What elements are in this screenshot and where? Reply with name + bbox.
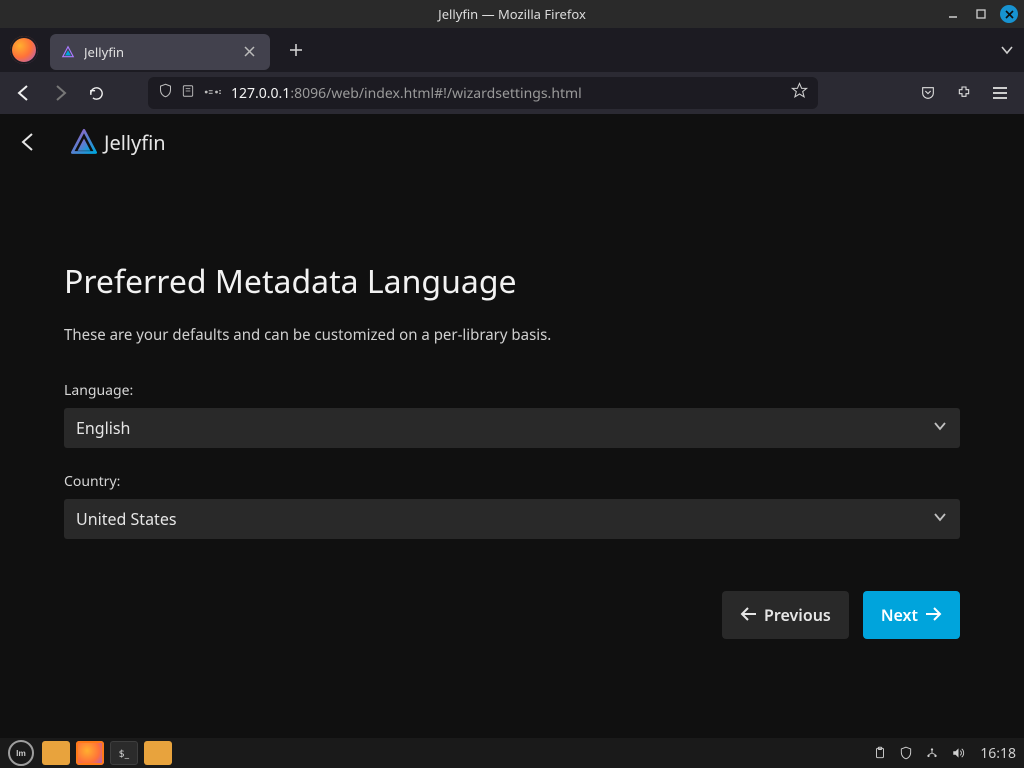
extensions-button[interactable]	[950, 79, 978, 107]
chevron-down-icon	[932, 417, 948, 439]
url-host: 127.0.0.1	[231, 84, 290, 103]
language-field: Language: English	[64, 381, 960, 448]
url-path: /web/index.html#!/wizardsettings.html	[326, 84, 582, 103]
page-info-icon	[181, 84, 195, 103]
jellyfin-logo-text: Jellyfin	[104, 129, 166, 156]
taskbar-clock[interactable]: 16:18	[980, 744, 1016, 763]
new-tab-button[interactable]	[282, 36, 310, 64]
browser-tabstrip: Jellyfin	[0, 28, 1024, 72]
jellyfin-back-button[interactable]	[18, 131, 40, 153]
volume-tray-icon[interactable]	[950, 745, 966, 761]
os-titlebar: Jellyfin — Mozilla Firefox	[0, 0, 1024, 28]
country-label: Country:	[64, 472, 960, 491]
system-tray: 16:18	[872, 744, 1016, 763]
language-label: Language:	[64, 381, 960, 400]
firefox-logo-icon	[10, 36, 38, 64]
window-close-button[interactable]	[1000, 5, 1018, 23]
jellyfin-header: Jellyfin	[0, 114, 1024, 170]
start-menu-button[interactable]: lm	[8, 740, 34, 766]
page-subtitle: These are your defaults and can be custo…	[64, 325, 960, 345]
tab-title: Jellyfin	[84, 43, 244, 61]
security-tray-icon[interactable]	[898, 745, 914, 761]
next-button[interactable]: Next	[863, 591, 960, 639]
nav-reload-button[interactable]	[82, 79, 110, 107]
browser-toolbar: 127.0.0.1:8096/web/index.html#!/wizardse…	[0, 72, 1024, 114]
country-value: United States	[76, 508, 177, 530]
chevron-down-icon	[932, 508, 948, 530]
url-text: 127.0.0.1:8096/web/index.html#!/wizardse…	[231, 84, 781, 103]
pocket-button[interactable]	[914, 79, 942, 107]
url-bar[interactable]: 127.0.0.1:8096/web/index.html#!/wizardse…	[148, 77, 818, 109]
wizard-page: Preferred Metadata Language These are yo…	[0, 170, 1024, 639]
network-tray-icon[interactable]	[924, 745, 940, 761]
os-taskbar: lm $_ 16:18	[0, 738, 1024, 768]
previous-label: Previous	[764, 604, 831, 626]
tab-close-button[interactable]	[244, 43, 260, 61]
window-title: Jellyfin — Mozilla Firefox	[438, 5, 586, 23]
svg-text:lm: lm	[16, 748, 26, 758]
firefox-taskbar-icon[interactable]	[76, 741, 104, 765]
url-port: :8096	[290, 84, 326, 103]
language-value: English	[76, 417, 130, 439]
bookmark-star-icon[interactable]	[791, 82, 808, 104]
jellyfin-favicon-icon	[60, 44, 76, 60]
file-manager-taskbar-icon[interactable]	[42, 741, 70, 765]
country-field: Country: United States	[64, 472, 960, 539]
terminal-taskbar-icon[interactable]: $_	[110, 741, 138, 765]
jellyfin-logo: Jellyfin	[70, 128, 166, 156]
page-title: Preferred Metadata Language	[64, 260, 960, 303]
browser-tab[interactable]: Jellyfin	[50, 34, 270, 70]
jellyfin-logo-icon	[70, 128, 98, 156]
permissions-icon	[203, 84, 221, 103]
window-maximize-button[interactable]	[972, 5, 990, 23]
country-select[interactable]: United States	[64, 499, 960, 539]
app-menu-button[interactable]	[986, 79, 1014, 107]
tabs-overflow-button[interactable]	[1000, 40, 1014, 62]
nav-forward-button[interactable]	[46, 79, 74, 107]
arrow-right-icon	[924, 604, 942, 626]
language-select[interactable]: English	[64, 408, 960, 448]
nav-back-button[interactable]	[10, 79, 38, 107]
clipboard-tray-icon[interactable]	[872, 745, 888, 761]
next-label: Next	[881, 604, 918, 626]
folder-taskbar-icon[interactable]	[144, 741, 172, 765]
arrow-left-icon	[740, 604, 758, 626]
shield-icon	[158, 83, 173, 103]
previous-button[interactable]: Previous	[722, 591, 849, 639]
window-minimize-button[interactable]	[944, 5, 962, 23]
